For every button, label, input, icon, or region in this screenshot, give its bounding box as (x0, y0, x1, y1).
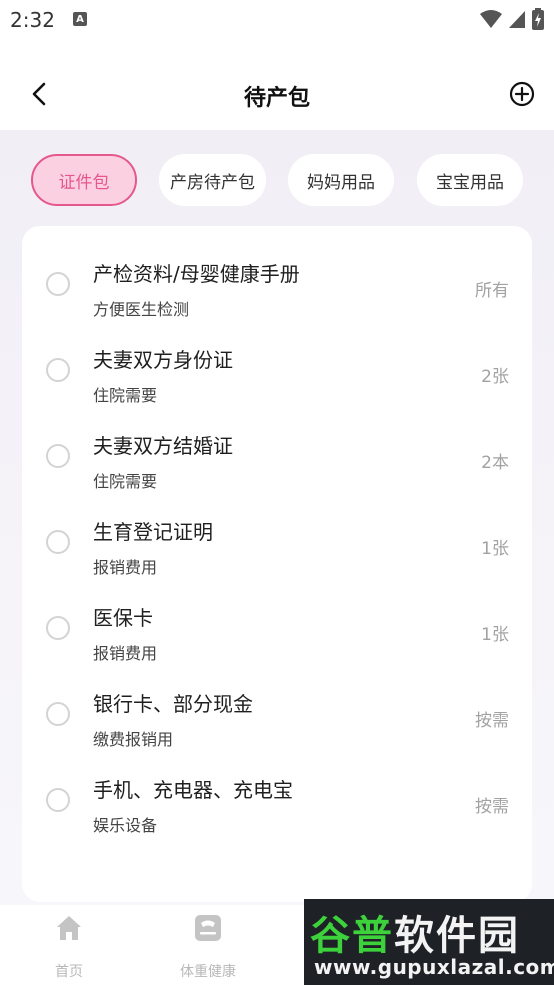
item-title: 产检资料/母婴健康手册 (93, 262, 300, 286)
list-item[interactable]: 夫妻双方结婚证 住院需要 2本 (22, 412, 532, 498)
tab-delivery-room-bag[interactable]: 产房待产包 (159, 154, 266, 206)
item-quantity: 所有 (475, 281, 509, 301)
item-subtitle: 缴费报销用 (93, 730, 174, 749)
nav-label: 体重健康 (180, 964, 236, 980)
list-item[interactable]: 手机、充电器、充电宝 娱乐设备 按需 (22, 756, 532, 842)
item-title: 生育登记证明 (93, 520, 213, 544)
scale-icon (195, 915, 221, 941)
list-item[interactable]: 医保卡 报销费用 1张 (22, 584, 532, 670)
checkbox-radio[interactable] (46, 358, 70, 382)
nav-item-weight-health[interactable]: 体重健康 (158, 913, 258, 981)
status-bar: 2:32 A (0, 0, 554, 40)
notification-icon: A (73, 12, 87, 26)
item-quantity: 2本 (481, 453, 509, 473)
checkbox-radio[interactable] (46, 788, 70, 812)
tab-documents[interactable]: 证件包 (31, 154, 137, 206)
main-content: 证件包 产房待产包 妈妈用品 宝宝用品 产检资料/母婴健康手册 方便医生检测 所… (0, 130, 554, 905)
item-title: 夫妻双方身份证 (93, 348, 233, 372)
item-subtitle: 方便医生检测 (93, 300, 190, 319)
list-item[interactable]: 银行卡、部分现金 缴费报销用 按需 (22, 670, 532, 756)
watermark: 谷普软件园 www.gupuxlazal.com (304, 899, 554, 985)
cellular-signal-icon (509, 11, 525, 28)
checkbox-radio[interactable] (46, 530, 70, 554)
item-title: 夫妻双方结婚证 (93, 434, 233, 458)
category-tabs: 证件包 产房待产包 妈妈用品 宝宝用品 (0, 152, 554, 212)
add-button[interactable] (508, 80, 536, 108)
plus-circle-icon (509, 81, 535, 107)
checkbox-radio[interactable] (46, 272, 70, 296)
nav-label: 首页 (55, 964, 83, 980)
item-subtitle: 报销费用 (93, 558, 158, 577)
watermark-title: 谷普软件园 (310, 913, 520, 959)
item-quantity: 按需 (475, 797, 509, 817)
item-quantity: 2张 (481, 367, 509, 387)
status-icons (480, 8, 544, 30)
wifi-icon (480, 10, 502, 28)
item-title: 手机、充电器、充电宝 (93, 778, 293, 802)
item-title: 银行卡、部分现金 (93, 692, 253, 716)
nav-item-home[interactable]: 首页 (19, 913, 119, 981)
item-subtitle: 娱乐设备 (93, 816, 158, 835)
home-icon (57, 916, 81, 940)
tab-mom-items[interactable]: 妈妈用品 (288, 154, 394, 206)
checkbox-radio[interactable] (46, 444, 70, 468)
watermark-url: www.gupuxlazal.com (314, 955, 554, 979)
app-header: 待产包 (0, 40, 554, 130)
item-subtitle: 住院需要 (93, 472, 158, 491)
battery-icon (532, 8, 544, 30)
list-item[interactable]: 生育登记证明 报销费用 1张 (22, 498, 532, 584)
tab-baby-items[interactable]: 宝宝用品 (417, 154, 523, 206)
item-subtitle: 报销费用 (93, 644, 158, 663)
list-item[interactable]: 产检资料/母婴健康手册 方便医生检测 所有 (22, 240, 532, 326)
page-title: 待产包 (243, 86, 310, 111)
item-subtitle: 住院需要 (93, 386, 158, 405)
item-quantity: 1张 (481, 625, 509, 645)
status-time: 2:32 (10, 8, 55, 32)
list-item[interactable]: 夫妻双方身份证 住院需要 2张 (22, 326, 532, 412)
item-quantity: 1张 (481, 539, 509, 559)
item-quantity: 按需 (475, 711, 509, 731)
checkbox-radio[interactable] (46, 616, 70, 640)
item-title: 医保卡 (93, 606, 153, 630)
checklist-card: 产检资料/母婴健康手册 方便医生检测 所有 夫妻双方身份证 住院需要 2张 夫妻… (22, 226, 532, 902)
checkbox-radio[interactable] (46, 702, 70, 726)
